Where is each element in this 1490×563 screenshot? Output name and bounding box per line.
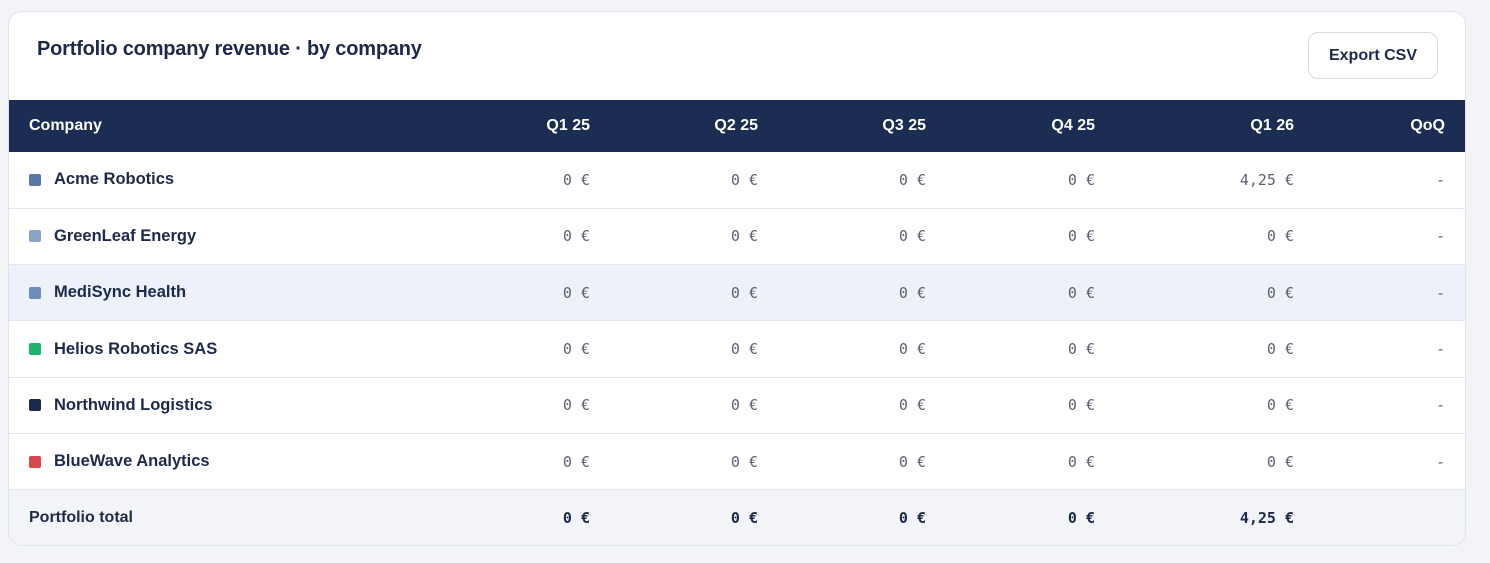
company-cell: Northwind Logistics bbox=[9, 377, 449, 433]
card-header: Portfolio company revenue · by company E… bbox=[9, 12, 1465, 100]
value-cell-q4-25: 0 € bbox=[1067, 396, 1095, 415]
value-cell-q2-25: 0 € bbox=[730, 396, 758, 415]
value-cell-q4-25: 0 € bbox=[1067, 340, 1095, 359]
column-header-q4-25[interactable]: Q4 25 bbox=[926, 100, 1095, 152]
company-cell: MediSync Health bbox=[9, 265, 449, 321]
qoq-cell: - bbox=[1435, 396, 1445, 415]
value-cell-q1-25: 0 € bbox=[562, 396, 590, 415]
table-row[interactable]: BlueWave Analytics 0 € 0 € 0 € 0 € 0 € - bbox=[9, 433, 1465, 490]
value-cell-q2-25: 0 € bbox=[730, 452, 758, 471]
column-header-company[interactable]: Company bbox=[9, 100, 449, 152]
value-cell-q2-25: 0 € bbox=[730, 283, 758, 302]
company-cell: Acme Robotics bbox=[9, 152, 449, 208]
column-header-q3-25[interactable]: Q3 25 bbox=[758, 100, 926, 152]
value-cell-q1-26: 0 € bbox=[1266, 340, 1294, 359]
value-cell-q1-25: 0 € bbox=[562, 227, 590, 246]
company-cell: GreenLeaf Energy bbox=[9, 208, 449, 264]
value-cell-q1-26: 4,25 € bbox=[1239, 170, 1294, 189]
column-header-q1-25[interactable]: Q1 25 bbox=[449, 100, 590, 152]
column-header-q1-26[interactable]: Q1 26 bbox=[1095, 100, 1294, 152]
company-name: MediSync Health bbox=[54, 283, 187, 302]
value-cell-q1-26: 0 € bbox=[1266, 227, 1294, 246]
company-name: Acme Robotics bbox=[54, 170, 175, 189]
company-name: GreenLeaf Energy bbox=[54, 226, 197, 245]
value-cell-q1-25: 0 € bbox=[562, 283, 590, 302]
company-color-swatch bbox=[29, 173, 41, 186]
company-color-swatch bbox=[29, 343, 41, 356]
company-color-swatch bbox=[29, 399, 41, 412]
value-cell-q4-25: 0 € bbox=[1067, 452, 1095, 471]
qoq-cell: - bbox=[1435, 227, 1445, 246]
revenue-card: Portfolio company revenue · by company E… bbox=[8, 11, 1466, 546]
qoq-cell: - bbox=[1435, 340, 1445, 359]
qoq-cell: - bbox=[1435, 452, 1445, 471]
value-cell-q2-25: 0 € bbox=[730, 227, 758, 246]
column-header-qoq[interactable]: QoQ bbox=[1294, 100, 1465, 152]
total-cell-q3-25: 0 € bbox=[898, 509, 926, 528]
company-name: Northwind Logistics bbox=[54, 395, 213, 414]
value-cell-q3-25: 0 € bbox=[898, 227, 926, 246]
value-cell-q3-25: 0 € bbox=[898, 396, 926, 415]
company-color-swatch bbox=[29, 286, 41, 299]
table-row[interactable]: MediSync Health 0 € 0 € 0 € 0 € 0 € - bbox=[9, 264, 1465, 321]
company-color-swatch bbox=[29, 230, 41, 243]
revenue-table: Company Q1 25 Q2 25 Q3 25 Q4 25 Q1 26 Qo… bbox=[9, 100, 1465, 545]
value-cell-q3-25: 0 € bbox=[898, 170, 926, 189]
value-cell-q4-25: 0 € bbox=[1067, 283, 1095, 302]
qoq-cell: - bbox=[1435, 170, 1445, 189]
company-color-swatch bbox=[29, 455, 41, 468]
company-cell: BlueWave Analytics bbox=[9, 433, 449, 489]
total-cell-q1-25: 0 € bbox=[562, 509, 590, 528]
value-cell-q1-25: 0 € bbox=[562, 170, 590, 189]
company-name: Helios Robotics SAS bbox=[54, 339, 218, 358]
table-row[interactable]: GreenLeaf Energy 0 € 0 € 0 € 0 € 0 € - bbox=[9, 208, 1465, 265]
total-cell-qoq bbox=[1294, 490, 1465, 545]
value-cell-q2-25: 0 € bbox=[730, 340, 758, 359]
value-cell-q1-25: 0 € bbox=[562, 452, 590, 471]
card-title: Portfolio company revenue · by company bbox=[37, 38, 422, 60]
table-row[interactable]: Helios Robotics SAS 0 € 0 € 0 € 0 € 0 € … bbox=[9, 321, 1465, 378]
total-cell-q4-25: 0 € bbox=[1067, 509, 1095, 528]
value-cell-q3-25: 0 € bbox=[898, 283, 926, 302]
company-name: BlueWave Analytics bbox=[54, 452, 210, 471]
total-cell-q2-25: 0 € bbox=[730, 509, 758, 528]
value-cell-q1-25: 0 € bbox=[562, 340, 590, 359]
qoq-cell: - bbox=[1435, 283, 1445, 302]
value-cell-q4-25: 0 € bbox=[1067, 170, 1095, 189]
table-footer: Portfolio total 0 € 0 € 0 € 0 € 4,25 € bbox=[9, 489, 1465, 545]
table-header: Company Q1 25 Q2 25 Q3 25 Q4 25 Q1 26 Qo… bbox=[9, 100, 1465, 152]
value-cell-q3-25: 0 € bbox=[898, 340, 926, 359]
total-label: Portfolio total bbox=[29, 509, 133, 527]
table-row[interactable]: Acme Robotics 0 € 0 € 0 € 0 € 4,25 € - bbox=[9, 152, 1465, 209]
value-cell-q1-26: 0 € bbox=[1266, 396, 1294, 415]
value-cell-q2-25: 0 € bbox=[730, 170, 758, 189]
column-header-q2-25[interactable]: Q2 25 bbox=[590, 100, 758, 152]
total-cell-q1-26: 4,25 € bbox=[1239, 509, 1294, 528]
table-body: Acme Robotics 0 € 0 € 0 € 0 € 4,25 € - G… bbox=[9, 152, 1465, 490]
export-csv-button[interactable]: Export CSV bbox=[1308, 32, 1438, 79]
total-row: Portfolio total 0 € 0 € 0 € 0 € 4,25 € bbox=[9, 489, 1465, 545]
value-cell-q1-26: 0 € bbox=[1266, 283, 1294, 302]
value-cell-q4-25: 0 € bbox=[1067, 227, 1095, 246]
table-row[interactable]: Northwind Logistics 0 € 0 € 0 € 0 € 0 € … bbox=[9, 377, 1465, 434]
value-cell-q1-26: 0 € bbox=[1266, 452, 1294, 471]
value-cell-q3-25: 0 € bbox=[898, 452, 926, 471]
company-cell: Helios Robotics SAS bbox=[9, 321, 449, 377]
